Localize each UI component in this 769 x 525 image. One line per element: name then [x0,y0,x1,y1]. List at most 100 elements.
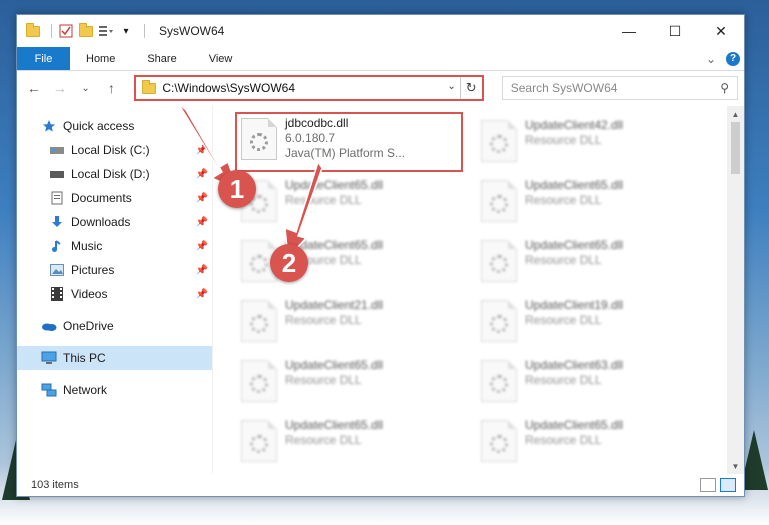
highlight-box [235,112,463,172]
file-description: Resource DLL [525,133,602,147]
sidebar-item-local-disk-c[interactable]: Local Disk (C:) 📌 [17,138,212,162]
customize-toolbar-icon[interactable] [98,23,114,39]
up-button[interactable]: ↑ [100,77,122,99]
properties-icon[interactable] [58,23,74,39]
help-icon[interactable]: ? [726,51,740,66]
pin-icon[interactable]: 📌 [196,265,208,276]
details-view-icon[interactable] [700,478,716,492]
file-name: UpdateClient65.dll [285,418,384,432]
back-button[interactable]: ← [23,77,45,99]
recent-locations-button[interactable]: ⌄ [75,77,97,99]
file-item[interactable]: UpdateClient65.dll Resource DLL [477,236,701,292]
pin-icon[interactable]: 📌 [196,169,208,180]
drive-icon [49,143,65,157]
file-item[interactable]: UpdateClient21.dll Resource DLL [237,296,461,352]
separator [51,24,52,38]
downloads-icon [49,215,65,229]
scroll-up-icon[interactable]: ▲ [727,106,744,122]
pin-icon[interactable]: 📌 [196,217,208,228]
sidebar-item-documents[interactable]: Documents 📌 [17,186,212,210]
callout-badge-1: 1 [218,170,256,208]
file-description: Resource DLL [525,193,602,207]
search-input[interactable]: Search SysWOW64 ⚲ [501,76,738,100]
tab-share[interactable]: Share [131,47,192,70]
folder-icon [142,79,157,94]
sidebar-item-this-pc[interactable]: This PC [17,346,212,370]
file-description: Resource DLL [285,433,362,447]
sidebar-item-label: Quick access [63,119,135,133]
videos-icon [49,287,65,301]
minimize-button[interactable]: — [606,15,652,47]
file-item[interactable]: UpdateClient65.dll Resource DLL [477,176,701,232]
sidebar-item-local-disk-d[interactable]: Local Disk (D:) 📌 [17,162,212,186]
sidebar-item-onedrive[interactable]: OneDrive [17,314,212,338]
sidebar-item-music[interactable]: Music 📌 [17,234,212,258]
file-description: Resource DLL [285,193,362,207]
sidebar-item-label: OneDrive [63,319,114,333]
file-item[interactable]: UpdateClient42.dll Resource DLL [477,116,701,172]
pin-icon[interactable]: 📌 [196,193,208,204]
folder-icon [25,22,41,39]
sidebar-item-pictures[interactable]: Pictures 📌 [17,258,212,282]
file-name: UpdateClient65.dll [285,178,384,192]
file-item[interactable]: UpdateClient65.dll Resource DLL [477,416,701,472]
ribbon-tabs: File Home Share View ⌄ ? [17,47,744,71]
dll-file-icon [481,180,517,222]
file-item[interactable]: UpdateClient19.dll Resource DLL [477,296,701,352]
chevron-down-icon[interactable]: ⌄ [447,81,455,92]
separator [144,24,145,38]
search-placeholder: Search SysWOW64 [510,81,618,95]
dll-file-icon [241,420,277,462]
title-bar: ▾ SysWOW64 — ☐ ✕ [17,15,744,47]
forward-button[interactable]: → [49,77,71,99]
navigation-pane: Quick access Local Disk (C:) 📌 Local Dis… [17,106,213,474]
chevron-down-icon[interactable]: ▾ [118,23,134,39]
sidebar-item-videos[interactable]: Videos 📌 [17,282,212,306]
scroll-thumb[interactable] [731,122,740,174]
dll-file-icon [241,300,277,342]
tab-view[interactable]: View [193,47,249,70]
tab-file[interactable]: File [17,47,70,70]
address-bar[interactable]: C:\Windows\SysWOW64 ⌄ ↻ [134,75,484,101]
file-name: UpdateClient19.dll [525,298,624,312]
tab-home[interactable]: Home [70,47,131,70]
new-folder-icon[interactable] [78,22,94,39]
dll-file-icon [481,420,517,462]
file-item[interactable]: UpdateClient63.dll Resource DLL [477,356,701,412]
pin-icon[interactable]: 📌 [196,289,208,300]
dll-file-icon [481,360,517,402]
scroll-down-icon[interactable]: ▼ [727,458,744,474]
vertical-scrollbar[interactable]: ▲ ▼ [727,106,744,474]
sidebar-item-network[interactable]: Network [17,378,212,402]
sidebar-item-quick-access[interactable]: Quick access [17,114,212,138]
pin-icon[interactable]: 📌 [196,241,208,252]
file-name: UpdateClient65.dll [525,238,624,252]
file-name: UpdateClient42.dll [525,118,624,132]
dll-file-icon [481,300,517,342]
star-icon [41,119,57,133]
search-icon: ⚲ [720,81,729,95]
dll-file-icon [481,240,517,282]
file-item[interactable]: UpdateClient65.dll Resource DLL [237,176,461,232]
pin-icon[interactable]: 📌 [196,145,208,156]
close-button[interactable]: ✕ [698,15,744,47]
window-title: SysWOW64 [159,24,225,38]
pictures-icon [49,263,65,277]
file-description: Resource DLL [525,313,602,327]
cloud-icon [41,319,57,333]
expand-ribbon-icon[interactable]: ⌄ [706,52,716,66]
maximize-button[interactable]: ☐ [652,15,698,47]
file-item[interactable]: UpdateClient65.dll Resource DLL [237,416,461,472]
sidebar-item-downloads[interactable]: Downloads 📌 [17,210,212,234]
refresh-button[interactable]: ↻ [459,77,482,99]
tiles-view-icon[interactable] [720,478,736,492]
file-description: Resource DLL [525,373,602,387]
documents-icon [49,191,65,205]
sidebar-item-label: Music [71,239,103,253]
address-row: ← → ⌄ ↑ C:\Windows\SysWOW64 ⌄ ↻ Search S… [17,71,744,105]
file-description: Resource DLL [525,433,602,447]
sidebar-item-label: Documents [71,191,132,205]
sidebar-item-label: Downloads [71,215,131,229]
file-description: Resource DLL [525,253,602,267]
file-item[interactable]: UpdateClient65.dll Resource DLL [237,356,461,412]
